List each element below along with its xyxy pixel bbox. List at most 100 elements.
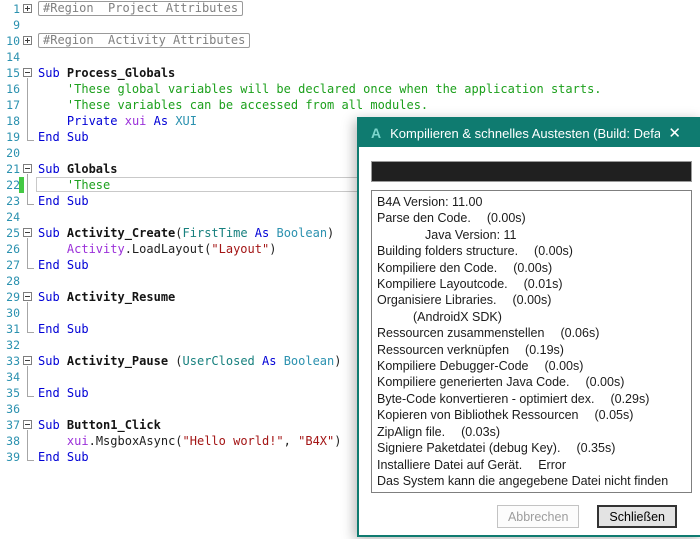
code-line-15[interactable]: 15 Sub Process_Globals xyxy=(0,65,700,81)
code-line-9[interactable]: 9 xyxy=(0,17,700,33)
line-number: 18 xyxy=(6,114,20,128)
code-line-10[interactable]: 10 #Region Activity Attributes xyxy=(0,33,700,49)
fold-line xyxy=(27,305,28,321)
line-number: 1 xyxy=(13,2,20,16)
code-text: End Sub xyxy=(38,194,89,208)
code-text: #Region Activity Attributes xyxy=(38,33,251,49)
line-number: 27 xyxy=(6,258,20,272)
log-line: Kompiliere den Code. (0.00s) xyxy=(377,260,553,275)
code-line-16[interactable]: 16 'These global variables will be decla… xyxy=(0,81,700,97)
code-text: End Sub xyxy=(38,258,89,272)
fold-line xyxy=(27,97,28,113)
code-text: Sub Activity_Pause (UserClosed As Boolea… xyxy=(38,354,342,368)
line-number: 24 xyxy=(6,210,20,224)
log-line: Kompiliere Debugger-Code (0.00s) xyxy=(377,359,584,374)
line-number: 23 xyxy=(6,194,20,208)
line-number: 34 xyxy=(6,370,20,384)
fold-collapse-icon[interactable] xyxy=(23,292,32,301)
region-header[interactable]: #Region Activity Attributes xyxy=(38,33,251,48)
fold-collapse-icon[interactable] xyxy=(23,228,32,237)
line-number: 26 xyxy=(6,242,20,256)
code-line-14[interactable]: 14 xyxy=(0,49,700,65)
code-text: xui.MsgboxAsync("Hello world!", "B4X") xyxy=(66,434,342,448)
line-number: 33 xyxy=(6,354,20,368)
compile-log[interactable]: B4A Version: 11.00 Parse den Code. (0.00s)… xyxy=(371,190,692,493)
region-header[interactable]: #Region Project Attributes xyxy=(38,1,244,16)
compile-dialog: A Kompilieren & schnelles Austesten (Bui… xyxy=(357,117,700,537)
code-text: Sub Button1_Click xyxy=(38,418,161,432)
fold-collapse-icon[interactable] xyxy=(23,164,32,173)
fold-line-corner xyxy=(27,268,34,269)
line-number: 19 xyxy=(6,130,20,144)
fold-line-corner xyxy=(27,204,34,205)
line-number: 10 xyxy=(6,34,20,48)
code-text: Sub Globals xyxy=(38,162,118,176)
log-line: ZipAlign file. (0.03s) xyxy=(377,424,500,439)
close-icon[interactable]: ✕ xyxy=(668,124,681,142)
log-line: Kompiliere generierten Java Code. (0.00s) xyxy=(377,375,625,390)
fold-collapse-icon[interactable] xyxy=(23,68,32,77)
code-text: Sub Activity_Resume xyxy=(38,290,176,304)
dialog-titlebar[interactable]: A Kompilieren & schnelles Austesten (Bui… xyxy=(359,119,700,147)
changed-line-marker xyxy=(19,177,24,193)
code-text: End Sub xyxy=(38,130,89,144)
code-text: 'These variables can be accessed from al… xyxy=(66,98,429,112)
line-number: 29 xyxy=(6,290,20,304)
line-number: 16 xyxy=(6,82,20,96)
fold-expand-icon[interactable] xyxy=(23,36,32,45)
code-line-1[interactable]: 1 #Region Project Attributes xyxy=(0,1,700,17)
fold-line-corner xyxy=(27,396,34,397)
code-text: Activity.LoadLayout("Layout") xyxy=(66,242,277,256)
fold-collapse-icon[interactable] xyxy=(23,356,32,365)
code-text: Sub Process_Globals xyxy=(38,66,176,80)
line-number: 30 xyxy=(6,306,20,320)
log-line: Kompiliere Layoutcode. (0.01s) xyxy=(377,277,563,292)
line-number: 37 xyxy=(6,418,20,432)
code-text: Sub Activity_Create(FirstTime As Boolean… xyxy=(38,226,335,240)
fold-line xyxy=(27,369,28,385)
dialog-button-row: Abbrechen Schließen xyxy=(496,505,677,528)
line-number: 17 xyxy=(6,98,20,112)
line-number: 9 xyxy=(13,18,20,32)
log-line: Ressourcen verknüpfen (0.19s) xyxy=(377,342,564,357)
b4a-logo-icon: A xyxy=(371,125,382,141)
abort-button[interactable]: Abbrechen xyxy=(496,505,580,528)
log-line: Signiere Paketdatei (debug Key). (0.35s) xyxy=(377,441,616,456)
fold-line xyxy=(27,81,28,97)
line-number: 35 xyxy=(6,386,20,400)
code-line-17[interactable]: 17 'These variables can be accessed from… xyxy=(0,97,700,113)
line-number: 32 xyxy=(6,338,20,352)
line-number: 31 xyxy=(6,322,20,336)
log-line: Java Version: 11 xyxy=(425,227,517,242)
dialog-body: B4A Version: 11.00 Parse den Code. (0.00s)… xyxy=(359,147,700,535)
fold-line xyxy=(27,433,28,449)
fold-line xyxy=(27,177,28,193)
line-number: 22 xyxy=(6,178,20,192)
log-line: Byte-Code konvertieren - optimiert dex.(… xyxy=(377,391,650,406)
line-number: 14 xyxy=(6,50,20,64)
fold-line-corner xyxy=(27,460,34,461)
code-text: End Sub xyxy=(38,450,89,464)
code-text: 'These global variables will be declared… xyxy=(66,82,602,96)
fold-line xyxy=(27,241,28,257)
fold-expand-icon[interactable] xyxy=(23,4,32,13)
line-number: 28 xyxy=(6,274,20,288)
code-text: End Sub xyxy=(38,386,89,400)
line-number: 39 xyxy=(6,450,20,464)
code-text: Private xui As XUI xyxy=(66,114,198,128)
log-line: (AndroidX SDK) xyxy=(413,309,502,324)
log-line: Ressourcen zusammenstellen (0.06s) xyxy=(377,326,600,341)
code-text: End Sub xyxy=(38,322,89,336)
line-number: 21 xyxy=(6,162,20,176)
line-number: 36 xyxy=(6,402,20,416)
log-line: Parse den Code. (0.00s) xyxy=(377,211,526,226)
line-number: 20 xyxy=(6,146,20,160)
fold-line-corner xyxy=(27,332,34,333)
code-text: #Region Project Attributes xyxy=(38,1,244,17)
fold-collapse-icon[interactable] xyxy=(23,420,32,429)
line-number: 38 xyxy=(6,434,20,448)
log-line: Das System kann die angegebene Datei nic… xyxy=(377,473,669,488)
compile-progress-bar xyxy=(371,161,692,182)
fold-line xyxy=(27,113,28,129)
close-button[interactable]: Schließen xyxy=(597,505,677,528)
